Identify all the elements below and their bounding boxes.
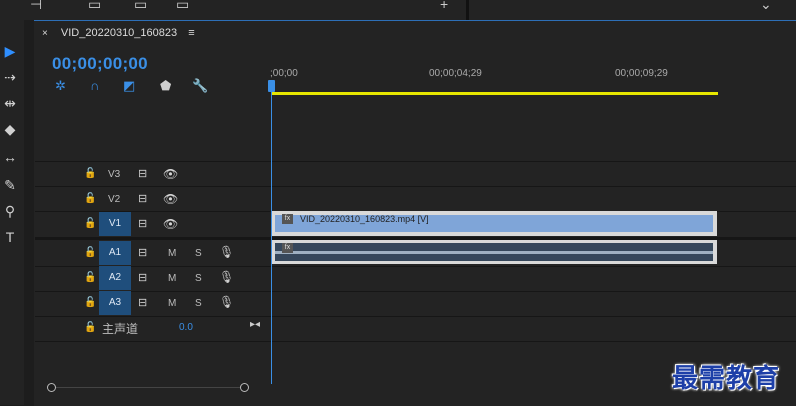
mute-button[interactable]: M	[168, 273, 176, 284]
lock-icon[interactable]: 🔓	[84, 247, 96, 258]
add-icon[interactable]: +	[440, 0, 448, 12]
slip-tool-icon[interactable]: ↔	[0, 146, 20, 168]
track-target-a1[interactable]: A1	[99, 241, 131, 265]
snap-icon[interactable]: ∩	[90, 78, 99, 93]
video-clip-name: VID_20220310_160823.mp4 [V]	[300, 214, 429, 224]
track-separator	[35, 186, 796, 187]
lock-icon[interactable]: 🔓	[84, 218, 96, 229]
scrollbar-track	[51, 387, 247, 388]
panel-divider	[466, 0, 469, 20]
chevron-down-icon[interactable]: ⌄	[760, 0, 772, 13]
fx-badge: fx	[282, 243, 293, 253]
pen-tool-icon[interactable]: ✎	[0, 174, 20, 196]
solo-button[interactable]: S	[195, 273, 202, 284]
eye-icon[interactable]: 👁	[163, 167, 178, 181]
zoom-scrollbar[interactable]	[47, 383, 251, 392]
track-target-a3[interactable]: A3	[99, 291, 131, 315]
track-target-a2[interactable]: A2	[99, 266, 131, 290]
watermark-logo: 最需教育	[672, 364, 781, 394]
sync-lock-icon[interactable]: ⊟	[138, 296, 147, 309]
lock-icon[interactable]: 🔓	[84, 272, 96, 283]
wrench-icon[interactable]: 🔧	[192, 78, 208, 94]
hamburger-icon[interactable]: ≡	[188, 27, 194, 39]
track-label-v1: V1	[108, 218, 122, 229]
track-label-a1: A1	[108, 247, 122, 258]
ruler-tick-label: ;00;00	[270, 68, 298, 79]
lock-icon[interactable]: 🔓	[84, 322, 96, 333]
microphone-icon[interactable]: 🎙	[219, 295, 234, 309]
track-separator	[35, 341, 796, 342]
nest-icon[interactable]: ✲	[55, 78, 66, 94]
microphone-icon[interactable]: 🎙	[219, 270, 234, 284]
lock-icon[interactable]: 🔓	[84, 297, 96, 308]
sync-lock-icon[interactable]: ⊟	[138, 217, 147, 230]
track-label-a3: A3	[108, 297, 122, 308]
sync-lock-icon[interactable]: ⊟	[138, 192, 147, 205]
toolbar-icon[interactable]: ▭	[176, 0, 189, 13]
marker-icon[interactable]: ⬟	[160, 78, 171, 94]
toolbar-icon[interactable]: ▭	[88, 0, 101, 13]
mute-button[interactable]: M	[168, 298, 176, 309]
sync-lock-icon[interactable]: ⊟	[138, 271, 147, 284]
track-separator	[35, 291, 796, 292]
sync-lock-icon[interactable]: ⊟	[138, 167, 147, 180]
scrollbar-right-handle[interactable]	[240, 383, 249, 392]
type-tool-icon[interactable]: T	[0, 226, 20, 248]
track-select-tool-icon[interactable]: ⇢	[0, 66, 20, 88]
solo-button[interactable]: S	[195, 248, 202, 259]
linked-selection-icon[interactable]: ◩	[123, 78, 135, 94]
track-label-v2[interactable]: V2	[108, 194, 120, 205]
time-ruler[interactable]: ;00;00 00;00;04;29 00;00;09;29	[270, 62, 796, 96]
track-label-a2: A2	[108, 272, 122, 283]
sync-lock-icon[interactable]: ⊟	[138, 246, 147, 259]
ripple-edit-tool-icon[interactable]: ⇹	[0, 92, 20, 114]
eye-icon[interactable]: 👁	[163, 217, 178, 231]
lock-icon[interactable]: 🔓	[84, 193, 96, 204]
master-track-label: 主声道	[102, 322, 139, 336]
close-icon[interactable]: ×	[42, 28, 48, 39]
track-target-v1[interactable]: V1	[99, 212, 131, 236]
lock-icon[interactable]: 🔓	[84, 168, 96, 179]
solo-button[interactable]: S	[195, 298, 202, 309]
track-separator	[35, 316, 796, 317]
work-area-bar[interactable]	[272, 92, 718, 95]
ruler-tick-label: 00;00;04;29	[429, 68, 482, 79]
ruler-tick-label: 00;00;09;29	[615, 68, 668, 79]
track-label-v3[interactable]: V3	[108, 169, 120, 180]
sequence-name: VID_20220310_160823	[60, 27, 178, 39]
fx-badge: fx	[282, 214, 293, 224]
track-separator	[35, 266, 796, 267]
razor-tool-icon[interactable]: ◆	[0, 118, 20, 140]
track-separator	[35, 161, 796, 162]
tools-panel: ▶ ⇢ ⇹ ◆ ↔ ✎ ⚲ T	[0, 20, 24, 405]
top-bar: ⊣ ▭ ▭ ▭ + ⌄	[0, 0, 796, 20]
mute-button[interactable]: M	[168, 248, 176, 259]
master-volume-value[interactable]: 0.0	[179, 322, 193, 333]
audio-clip[interactable]: fx	[272, 240, 717, 264]
video-clip[interactable]: fx VID_20220310_160823.mp4 [V]	[272, 211, 717, 236]
go-to-edit-icon[interactable]: ▸◂	[250, 319, 260, 330]
toolbar-icon[interactable]: ▭	[134, 0, 147, 13]
microphone-icon[interactable]: 🎙	[219, 245, 234, 259]
sequence-tab[interactable]: × VID_20220310_160823 ≡	[42, 27, 195, 45]
zoom-tool-icon[interactable]: ⚲	[0, 200, 20, 222]
toolbar-icon[interactable]: ⊣	[30, 0, 42, 13]
audio-waveform	[275, 251, 713, 254]
playhead-line[interactable]	[271, 84, 272, 384]
playhead-handle[interactable]	[268, 80, 275, 92]
scrollbar-left-handle[interactable]	[47, 383, 56, 392]
selection-tool-icon[interactable]: ▶	[0, 40, 20, 62]
eye-icon[interactable]: 👁	[163, 192, 178, 206]
timecode-display[interactable]: 00;00;00;00	[52, 54, 148, 74]
